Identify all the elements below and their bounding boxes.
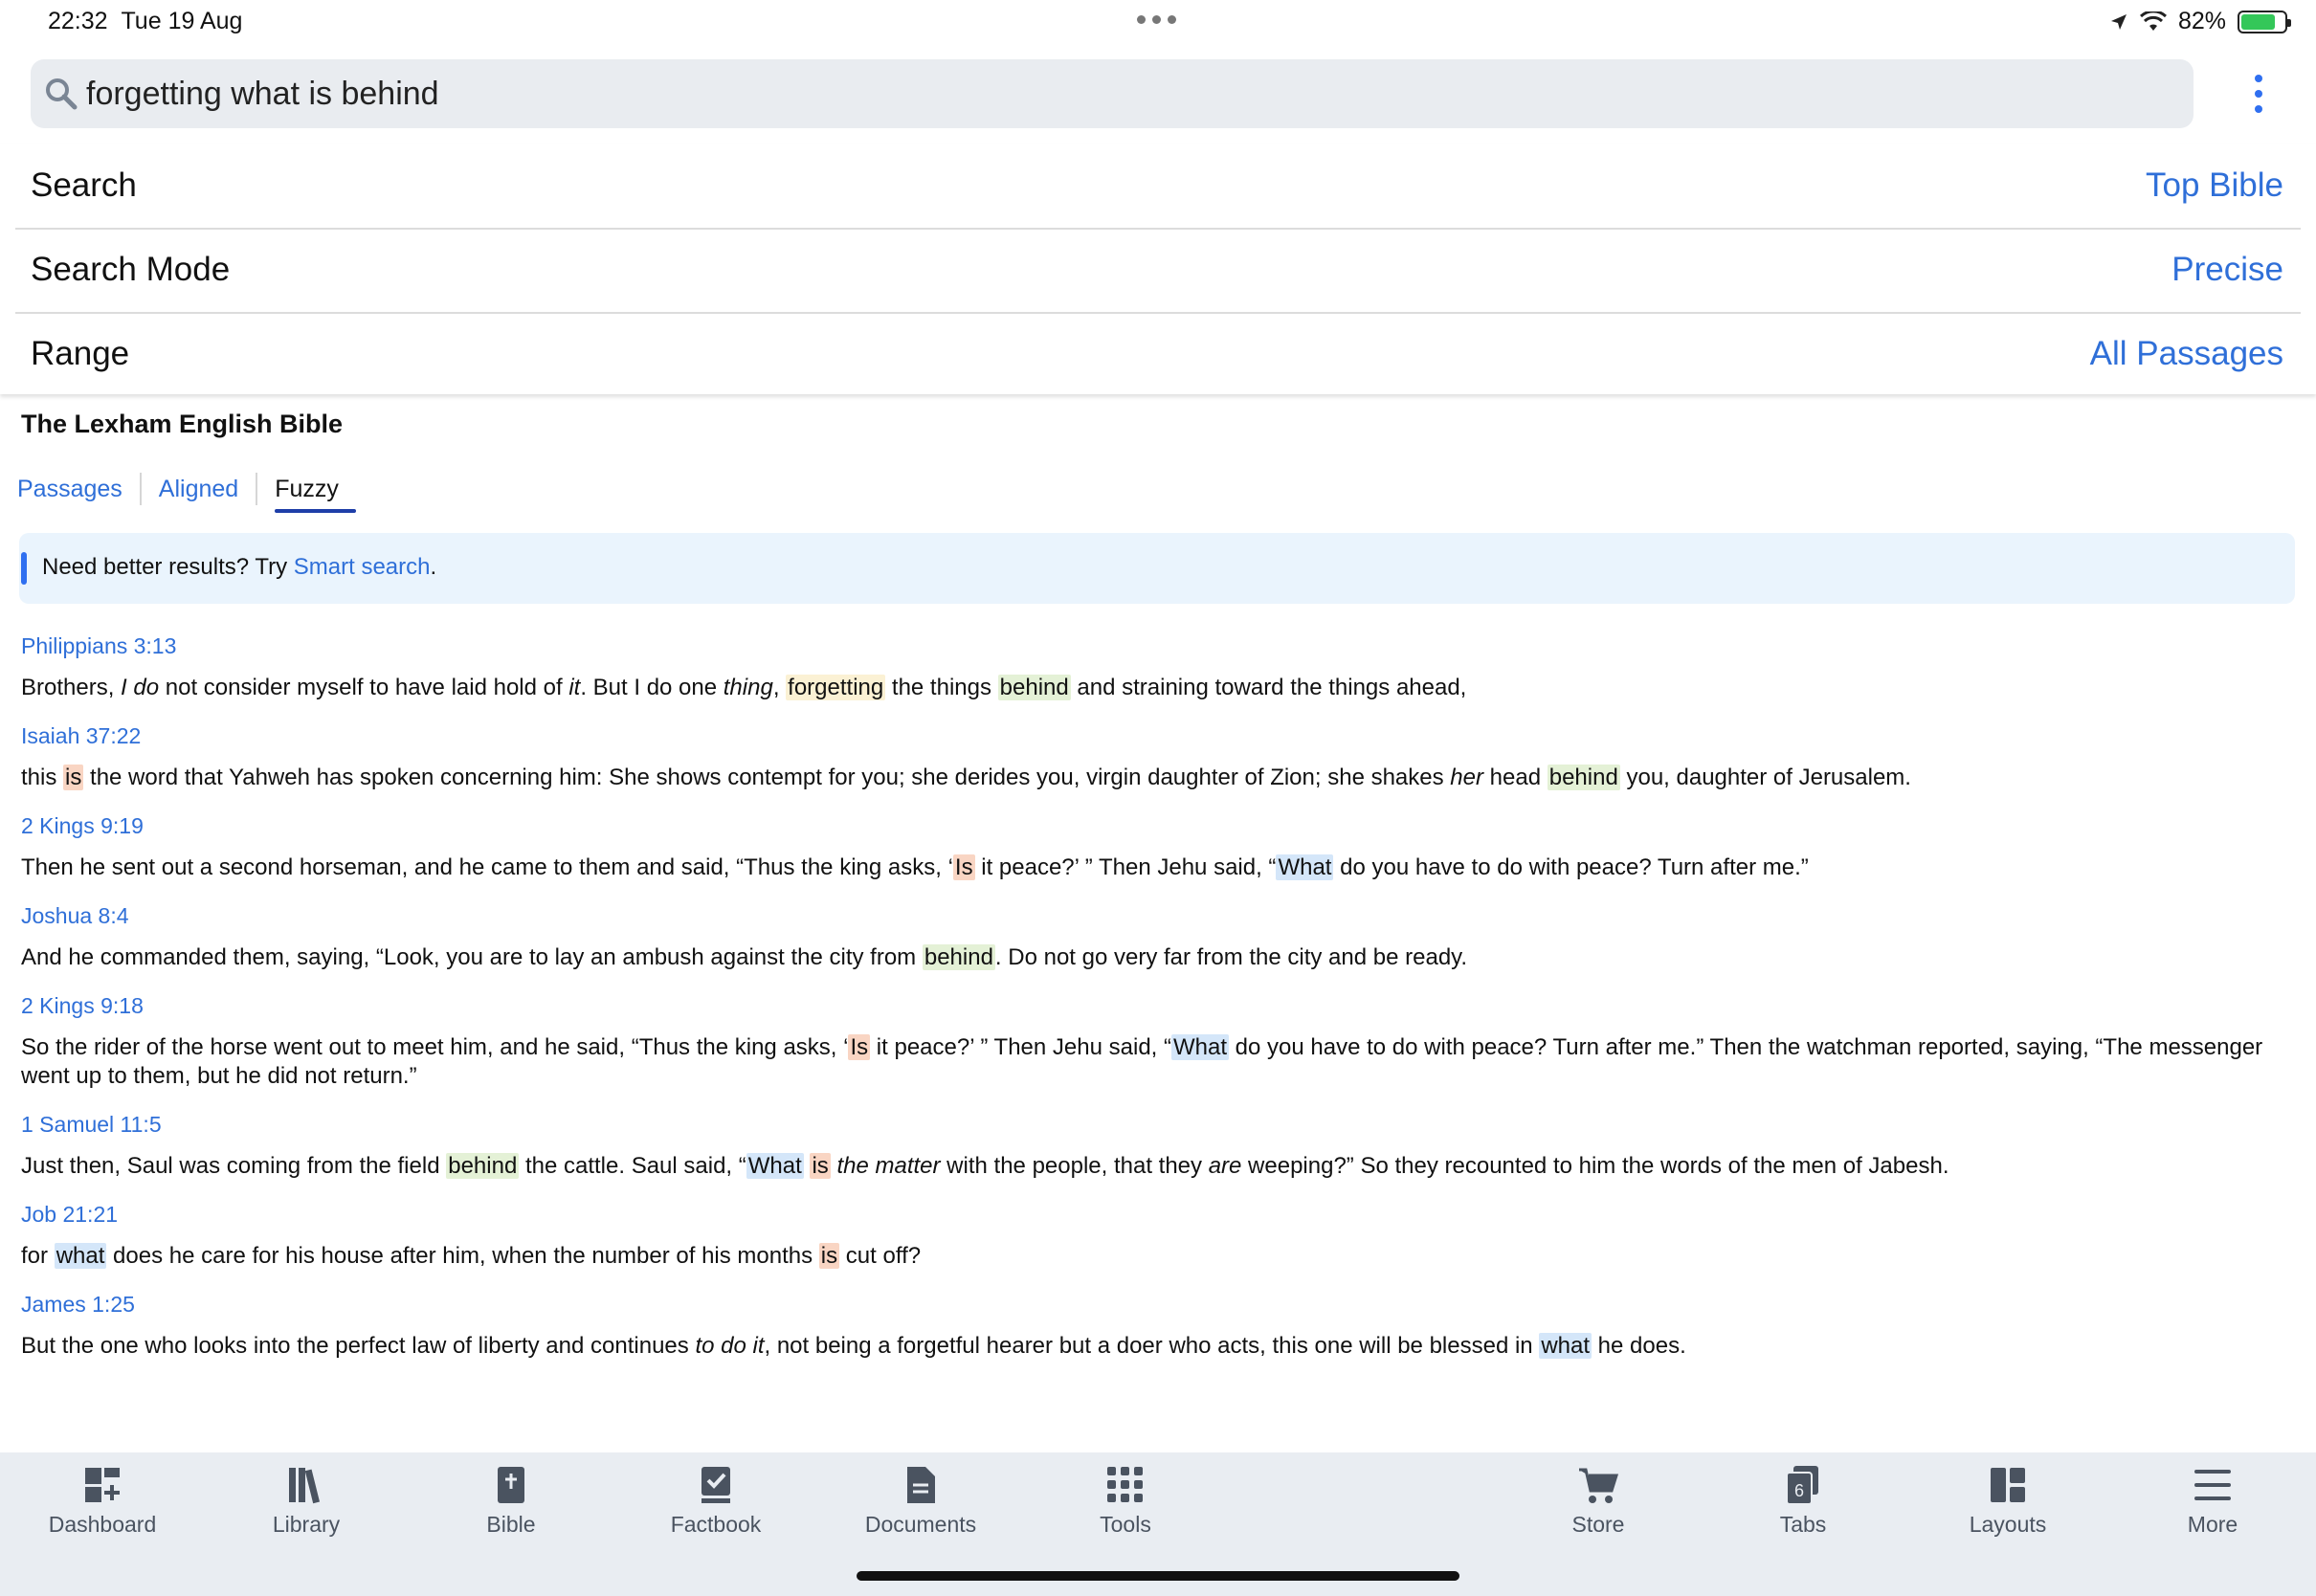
tabs-icon: 6: [1786, 1466, 1818, 1505]
search-field[interactable]: [31, 59, 2194, 128]
verse-reference-link[interactable]: Job 21:21: [21, 1200, 2295, 1229]
tab-fuzzy[interactable]: Fuzzy: [275, 473, 356, 513]
search-target-value[interactable]: Top Bible: [2146, 166, 2301, 205]
multitasking-dots-icon[interactable]: [1137, 15, 1176, 24]
location-icon: [2110, 13, 2127, 30]
list-item: Isaiah 37:22 this is the word that Yahwe…: [21, 721, 2295, 792]
highlight-behind: behind: [997, 675, 1071, 700]
status-time: 22:32 Tue 19 Aug: [48, 8, 243, 34]
documents-icon: [907, 1467, 935, 1503]
search-mode-value[interactable]: Precise: [2171, 251, 2301, 289]
list-item: Joshua 8:4 And he commanded them, saying…: [21, 901, 2295, 972]
result-view-tabs: Passages Aligned Fuzzy: [17, 473, 373, 513]
toolbar-library[interactable]: Library: [239, 1464, 373, 1538]
library-icon: [289, 1468, 320, 1504]
toolbar-documents[interactable]: Documents: [854, 1464, 988, 1538]
list-item: Philippians 3:13 Brothers, I do not cons…: [21, 632, 2295, 702]
highlight-is: Is: [848, 1034, 871, 1060]
highlight-what: what: [1539, 1333, 1592, 1359]
tabs-count-badge: 6: [1794, 1481, 1804, 1500]
list-item: 1 Samuel 11:5 Just then, Saul was coming…: [21, 1110, 2295, 1181]
row-label: Search Mode: [31, 251, 231, 288]
verse-text: But the one who looks into the perfect l…: [21, 1333, 1686, 1359]
highlight-is: is: [63, 765, 84, 790]
wifi-icon: [2139, 11, 2167, 31]
search-input[interactable]: [86, 71, 2172, 117]
verse-text: this is the word that Yahweh has spoken …: [21, 765, 1911, 790]
toolbar-tools[interactable]: Tools: [1058, 1464, 1192, 1538]
factbook-icon: [701, 1467, 730, 1503]
search-icon: [46, 78, 78, 110]
home-indicator[interactable]: [857, 1571, 1459, 1581]
range-row[interactable]: Range All Passages: [15, 312, 2301, 396]
highlight-is: is: [810, 1153, 831, 1179]
list-item: James 1:25 But the one who looks into th…: [21, 1290, 2295, 1361]
toolbar-more[interactable]: More: [2146, 1464, 2280, 1538]
smart-search-link[interactable]: Smart search: [294, 554, 431, 580]
tab-passages[interactable]: Passages: [17, 473, 142, 505]
dashboard-icon: [85, 1468, 120, 1502]
search-mode-row[interactable]: Search Mode Precise: [15, 228, 2301, 314]
bible-title: The Lexham English Bible: [21, 410, 344, 438]
banner-text: Need better results? Try Smart search.: [42, 554, 437, 580]
cart-icon: [1579, 1468, 1619, 1503]
verse-text: Just then, Saul was coming from the fiel…: [21, 1153, 1949, 1179]
battery-percentage: 82%: [2177, 8, 2226, 34]
verse-text: So the rider of the horse went out to me…: [21, 1034, 2263, 1089]
tools-icon: [1107, 1467, 1143, 1502]
toolbar-dashboard[interactable]: Dashboard: [35, 1464, 169, 1538]
highlight-forgetting: forgetting: [786, 675, 886, 700]
verse-reference-link[interactable]: 2 Kings 9:18: [21, 991, 2295, 1020]
highlight-behind: behind: [1547, 765, 1620, 790]
verse-text: Then he sent out a second horseman, and …: [21, 854, 1809, 880]
battery-icon: [2238, 10, 2291, 33]
verse-reference-link[interactable]: Isaiah 37:22: [21, 721, 2295, 750]
highlight-what: What: [1171, 1034, 1230, 1060]
highlight-what: What: [746, 1153, 804, 1179]
toolbar-layouts[interactable]: Layouts: [1941, 1464, 2075, 1538]
more-options-icon[interactable]: [2245, 75, 2272, 113]
toolbar-store[interactable]: Store: [1531, 1464, 1665, 1538]
verse-reference-link[interactable]: Joshua 8:4: [21, 901, 2295, 930]
highlight-behind: behind: [922, 944, 995, 970]
tab-aligned[interactable]: Aligned: [159, 473, 258, 505]
verse-text: And he commanded them, saying, “Look, yo…: [21, 944, 1468, 970]
verse-text: Brothers, I do not consider myself to ha…: [21, 675, 1467, 700]
highlight-behind: behind: [446, 1153, 520, 1179]
verse-text: for what does he care for his house afte…: [21, 1243, 922, 1269]
status-bar: 22:32 Tue 19 Aug 82%: [0, 0, 2316, 48]
verse-reference-link[interactable]: Philippians 3:13: [21, 632, 2295, 660]
verse-reference-link[interactable]: 2 Kings 9:19: [21, 811, 2295, 840]
range-value[interactable]: All Passages: [2090, 335, 2301, 373]
row-label: Search: [31, 166, 137, 204]
search-settings: Search Top Bible Search Mode Precise Ran…: [0, 144, 2316, 394]
list-item: 2 Kings 9:18 So the rider of the horse w…: [21, 991, 2295, 1091]
toolbar-bible[interactable]: Bible: [444, 1464, 578, 1538]
row-label: Range: [31, 335, 130, 372]
highlight-what: what: [54, 1243, 107, 1269]
menu-icon: [2194, 1470, 2231, 1500]
toolbar-factbook[interactable]: Factbook: [649, 1464, 783, 1538]
highlight-is: is: [818, 1243, 840, 1269]
bible-icon: [498, 1467, 524, 1503]
highlight-what: What: [1276, 854, 1334, 880]
results-list: Philippians 3:13 Brothers, I do not cons…: [21, 632, 2295, 1380]
toolbar-tabs[interactable]: 6 Tabs: [1736, 1464, 1870, 1538]
verse-reference-link[interactable]: 1 Samuel 11:5: [21, 1110, 2295, 1139]
list-item: 2 Kings 9:19 Then he sent out a second h…: [21, 811, 2295, 882]
highlight-is: Is: [952, 854, 975, 880]
verse-reference-link[interactable]: James 1:25: [21, 1290, 2295, 1319]
search-target-row[interactable]: Search Top Bible: [15, 144, 2301, 230]
list-item: Job 21:21 for what does he care for his …: [21, 1200, 2295, 1271]
layouts-icon: [1991, 1468, 2025, 1502]
banner-accent-bar: [21, 552, 27, 585]
status-indicators: 82%: [2109, 8, 2291, 35]
smart-search-banner: Need better results? Try Smart search.: [19, 533, 2295, 604]
